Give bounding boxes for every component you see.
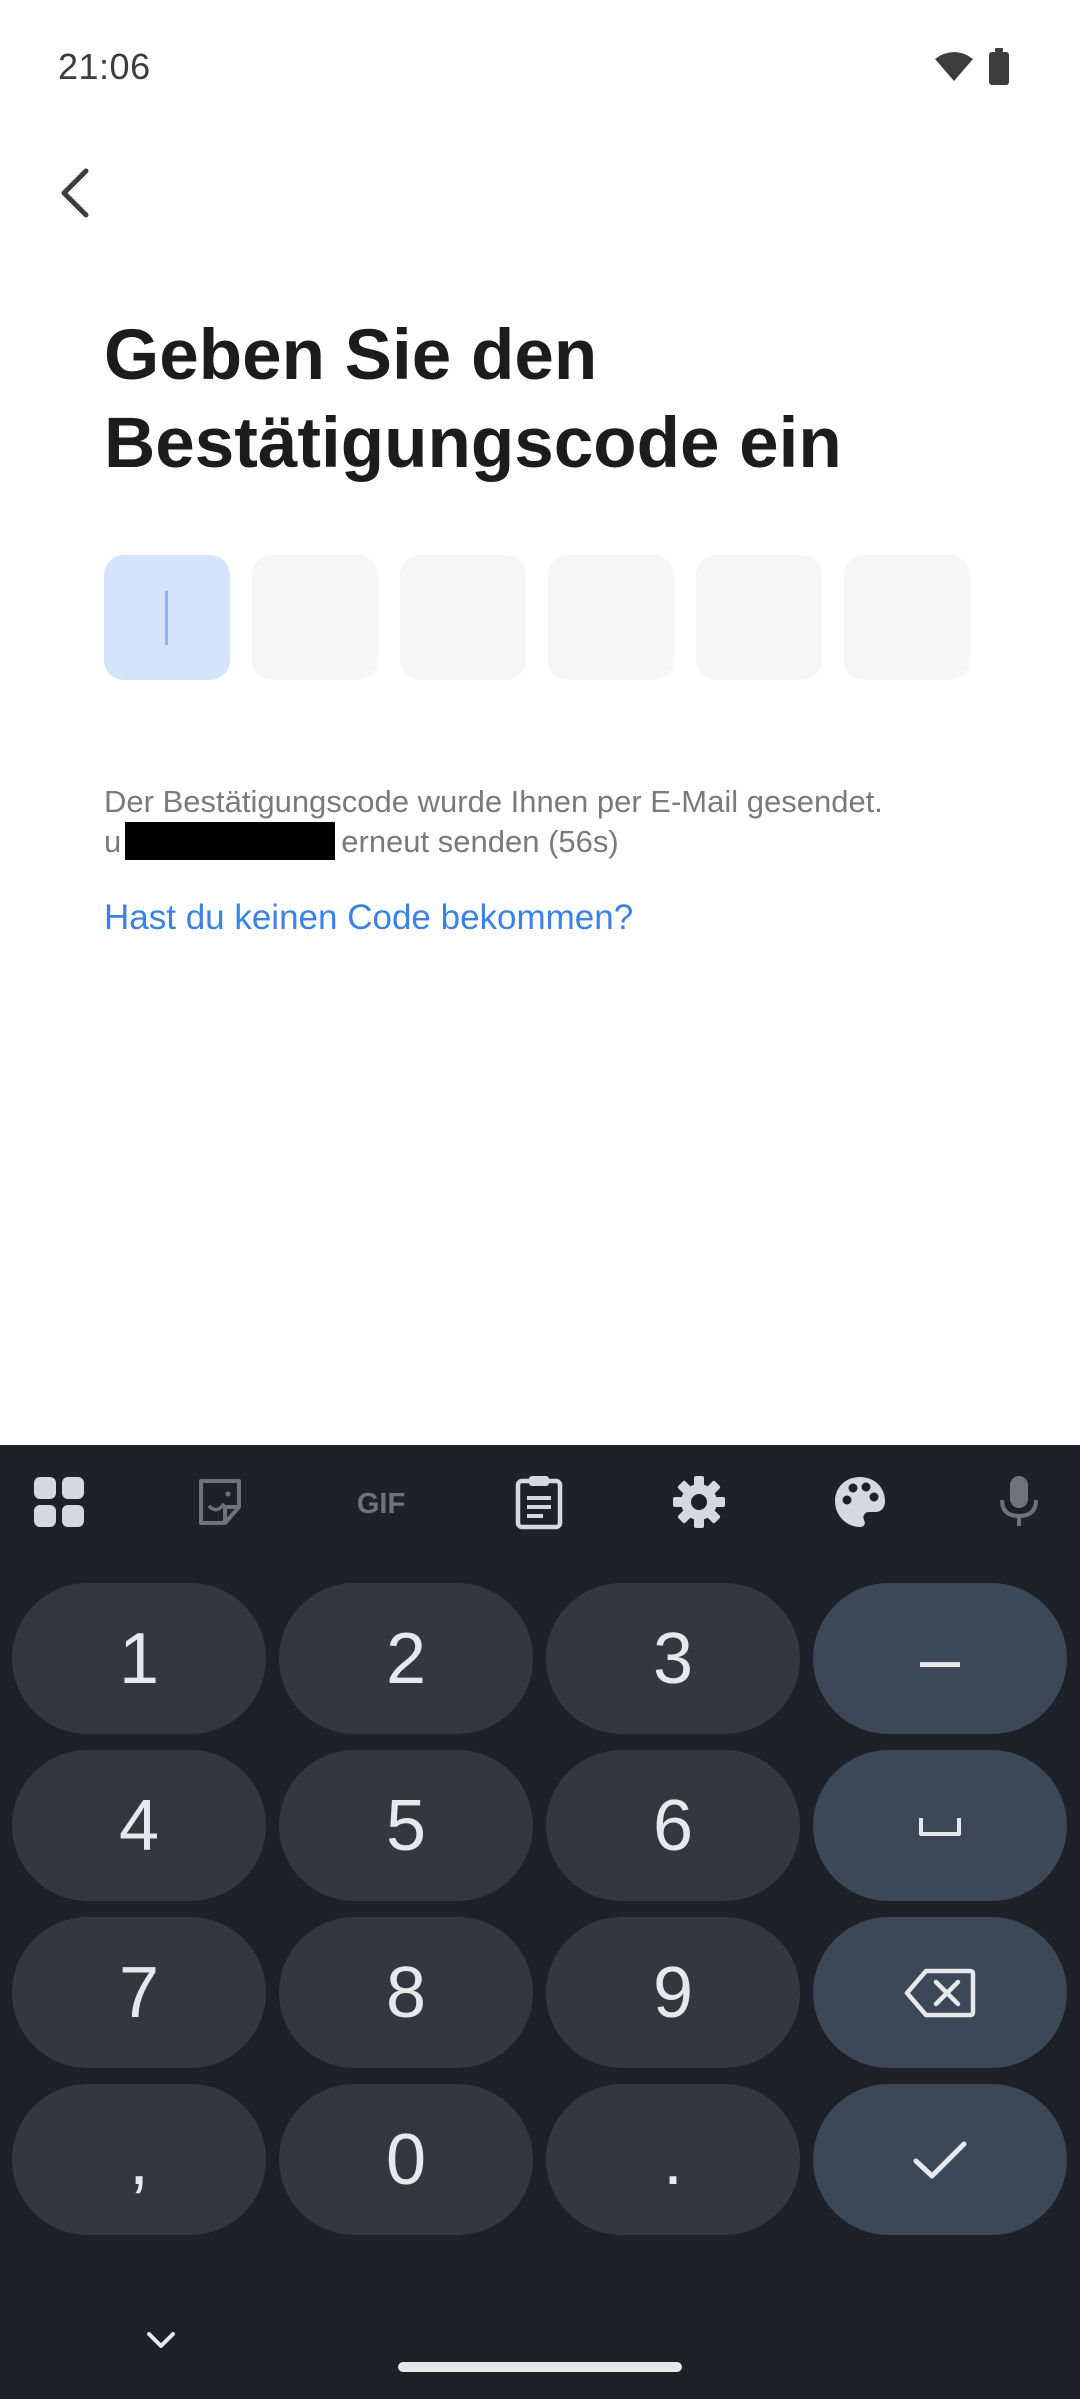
chevron-down-icon xyxy=(147,2332,175,2348)
apps-grid-icon[interactable] xyxy=(24,1467,94,1537)
hide-keyboard-button[interactable] xyxy=(136,2320,186,2360)
keyboard-toolbar: GIF xyxy=(0,1445,1080,1560)
key-minus[interactable]: – xyxy=(813,1583,1067,1734)
wifi-icon xyxy=(935,52,973,81)
code-digit-5[interactable] xyxy=(696,555,822,680)
gif-button[interactable]: GIF xyxy=(343,1467,419,1537)
page-title: Geben Sie den Bestätigungscode ein xyxy=(104,316,842,483)
resend-countdown[interactable]: erneut senden (56s) xyxy=(341,824,618,859)
info-line-2: u erneut senden (56s) xyxy=(104,822,1004,862)
key-8[interactable]: 8 xyxy=(279,1917,533,2068)
battery-icon xyxy=(989,48,1009,85)
key-4[interactable]: 4 xyxy=(12,1750,266,1901)
code-input-row xyxy=(104,555,970,680)
sticker-icon[interactable] xyxy=(185,1467,255,1537)
chevron-left-icon xyxy=(61,168,89,218)
key-7[interactable]: 7 xyxy=(12,1917,266,2068)
info-line-1: Der Bestätigungscode wurde Ihnen per E-M… xyxy=(104,784,883,819)
text-caret xyxy=(165,591,168,645)
key-5[interactable]: 5 xyxy=(279,1750,533,1901)
back-button[interactable] xyxy=(42,158,108,228)
backspace-icon xyxy=(904,1968,976,2017)
gear-icon[interactable] xyxy=(664,1467,734,1537)
key-period[interactable]: . xyxy=(546,2084,800,2235)
redacted-email xyxy=(125,822,336,860)
space-icon xyxy=(919,1817,961,1836)
key-space[interactable] xyxy=(813,1750,1067,1901)
status-time: 21:06 xyxy=(58,46,151,87)
key-9[interactable]: 9 xyxy=(546,1917,800,2068)
palette-icon[interactable] xyxy=(825,1467,895,1537)
no-code-help-link[interactable]: Hast du keinen Code bekommen? xyxy=(104,898,633,938)
key-2[interactable]: 2 xyxy=(279,1583,533,1734)
status-icons xyxy=(934,48,1010,86)
key-backspace[interactable] xyxy=(813,1917,1067,2068)
info-text: Der Bestätigungscode wurde Ihnen per E-M… xyxy=(104,782,1004,862)
status-bar: 21:06 xyxy=(0,0,1080,135)
email-prefix: u xyxy=(104,824,122,859)
code-digit-2[interactable] xyxy=(252,555,378,680)
home-indicator[interactable] xyxy=(398,2362,682,2372)
key-0[interactable]: 0 xyxy=(279,2084,533,2235)
microphone-icon[interactable] xyxy=(984,1467,1054,1537)
code-digit-6[interactable] xyxy=(844,555,970,680)
clipboard-icon[interactable] xyxy=(504,1467,574,1537)
key-done[interactable] xyxy=(813,2084,1067,2235)
key-6[interactable]: 6 xyxy=(546,1750,800,1901)
svg-text:GIF: GIF xyxy=(357,1488,405,1517)
key-1[interactable]: 1 xyxy=(12,1583,266,1734)
key-comma[interactable]: , xyxy=(12,2084,266,2235)
code-digit-3[interactable] xyxy=(400,555,526,680)
code-digit-4[interactable] xyxy=(548,555,674,680)
code-digit-1[interactable] xyxy=(104,555,230,680)
checkmark-icon xyxy=(913,2141,967,2178)
key-3[interactable]: 3 xyxy=(546,1583,800,1734)
